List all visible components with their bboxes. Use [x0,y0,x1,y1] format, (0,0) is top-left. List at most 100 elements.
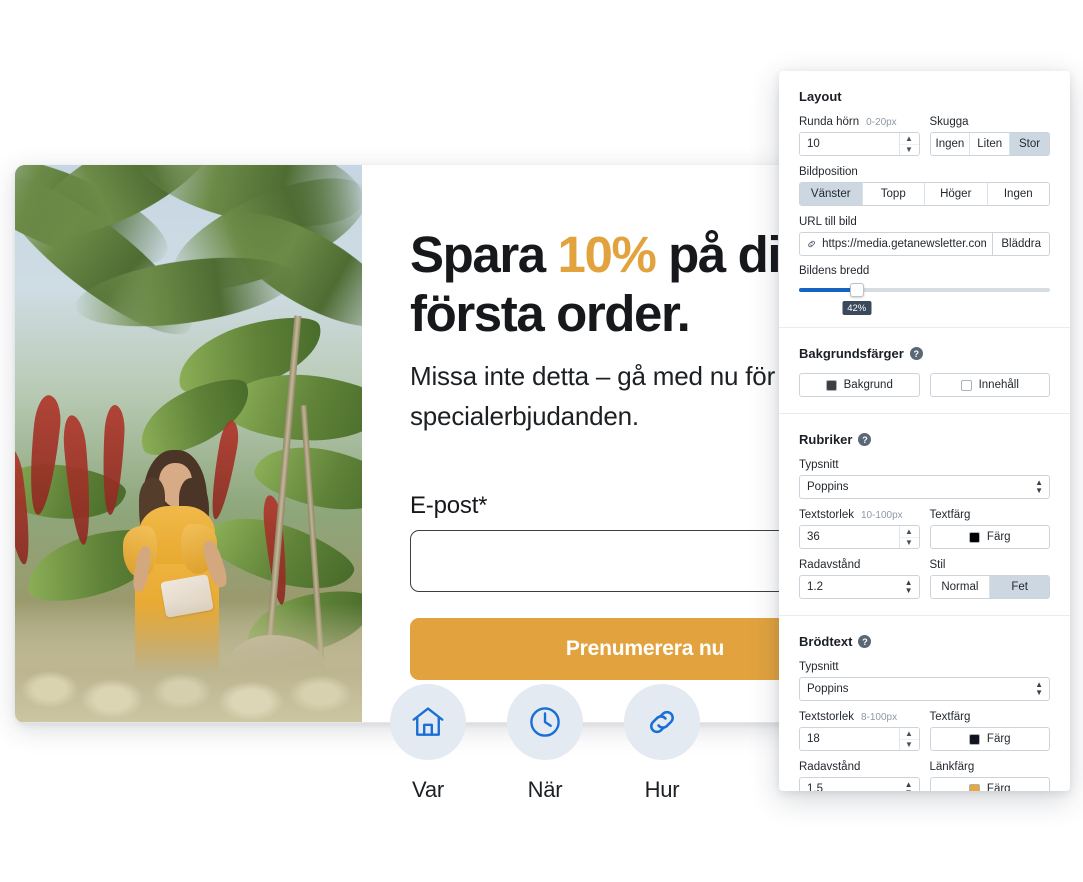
email-input[interactable] [410,530,795,593]
feature-item-hur[interactable]: Hur [624,684,700,803]
body-size-stepper[interactable]: ▲ ▼ [799,727,920,751]
body-font-select[interactable]: Poppins [799,677,1050,701]
section-title-background-colors-text: Bakgrundsfärger [799,346,904,361]
spin-up-icon[interactable]: ▲ [899,728,919,740]
heading-line-2: första order. [410,285,691,343]
image-width-slider[interactable]: 42% [799,281,1050,315]
label-headings-size: Textstorlek 10-100px [799,509,920,521]
spin-up-icon[interactable]: ▲ [899,526,919,538]
clock-icon[interactable] [507,684,583,760]
image-position-segmented-control[interactable]: Vänster Topp Höger Ingen [799,182,1050,206]
section-headings: Rubriker ? Typsnitt Poppins ▲ ▼ Textstorl [779,414,1070,616]
newsletter-content: Spara 10% på din första order. Missa inte… [15,165,795,723]
headings-size-stepper[interactable]: ▲ ▼ [799,525,920,549]
label-rounded-corners-text: Runda hörn [799,116,860,128]
label-image-position: Bildposition [799,166,1050,178]
section-title-layout: Layout [799,89,842,104]
body-size-spin[interactable]: ▲ ▼ [898,728,919,751]
body-textcolor-button[interactable]: Färg [929,727,1050,751]
headings-font-select[interactable]: Poppins [799,475,1050,499]
color-swatch-background [825,379,837,391]
section-body-text: Brödtext ? Typsnitt Poppins ▲ ▼ Textstorl [779,616,1070,791]
background-color-button[interactable]: Bakgrund [799,373,920,397]
field-body-linkcolor: Länkfärg Färg [929,761,1050,791]
home-icon[interactable] [390,684,466,760]
headings-style-option-normal[interactable]: Normal [930,576,991,598]
heading-text-2: på din [655,226,795,283]
background-color-button-label: Bakgrund [843,379,893,391]
spin-up-icon[interactable]: ▲ [899,133,919,145]
body-size-input[interactable] [800,728,899,750]
label-headings-font-text: Typsnitt [799,459,839,471]
field-image-width: Bildens bredd 42% [799,265,1050,315]
screen: Spara 10% på din första order. Missa inte… [0,0,1083,882]
headings-font-select-wrap: Poppins ▲ ▼ [799,475,1050,499]
label-headings-textcolor-text: Textfärg [929,509,971,521]
image-url-input[interactable]: https://media.getanewsletter.com/1 [799,232,994,256]
subscribe-button[interactable]: Prenumerera nu [410,618,795,681]
headings-style-option-fet[interactable]: Fet [990,576,1049,598]
feature-item-var[interactable]: Var [390,684,466,803]
spin-down-icon[interactable]: ▼ [900,538,919,549]
slider-handle[interactable] [849,283,864,297]
label-headings-lineheight-text: Radavstånd [799,559,861,571]
field-body-lineheight: Radavstånd 1.5 ▲▼ [799,761,920,791]
headings-lineheight-select[interactable]: 1.2 [799,575,920,599]
shadow-option-liten[interactable]: Liten [970,133,1011,155]
spin-down-icon[interactable]: ▼ [900,145,919,156]
newsletter-heading: Spara 10% på din första order. [410,225,795,343]
body-lineheight-select[interactable]: 1.5 [799,777,920,791]
image-position-option-ingen[interactable]: Ingen [987,183,1049,205]
spin-down-icon[interactable]: ▼ [900,740,919,751]
feature-icon-row: Var När Hur [390,684,700,803]
content-color-button[interactable]: Innehåll [929,373,1050,397]
rounded-corners-spin[interactable]: ▲ ▼ [898,133,919,156]
image-position-option-hoger[interactable]: Höger [925,183,988,205]
hint-headings-size: 10-100px [860,510,903,521]
headings-size-spin[interactable]: ▲ ▼ [898,526,919,549]
label-shadow: Skugga [930,116,1051,128]
background-color-buttons: Bakgrund Innehåll [799,373,1050,397]
email-field-label: E-post* [410,492,488,520]
shadow-option-ingen[interactable]: Ingen [930,133,971,155]
image-url-row: https://media.getanewsletter.com/1 Blädd… [799,232,1050,256]
headings-size-input[interactable] [800,526,899,548]
slider-value-tooltip: 42% [842,301,872,315]
headings-textcolor-button[interactable]: Färg [929,525,1050,549]
image-url-value: https://media.getanewsletter.com/1 [822,238,987,250]
help-icon-body-text[interactable]: ? [858,635,872,648]
slider-fill [799,288,857,292]
body-lineheight-select-wrap: 1.5 ▲▼ [799,777,920,791]
rounded-corners-input[interactable] [800,133,899,155]
browse-button[interactable]: Bläddra [993,232,1050,256]
field-headings-style: Stil Normal Fet [929,559,1050,599]
label-body-size-text: Textstorlek [799,711,854,723]
rounded-corners-stepper[interactable]: ▲ ▼ [799,132,920,156]
label-image-url-text: URL till bild [799,216,857,228]
shadow-segmented-control[interactable]: Ingen Liten Stor [929,132,1050,156]
link-chain-icon [808,240,815,248]
feature-label-hur: Hur [644,777,680,802]
label-body-size: Textstorlek 8-100px [799,711,920,723]
label-body-textcolor-text: Textfärg [929,711,971,723]
image-position-option-topp[interactable]: Topp [862,183,925,205]
section-title-headings-text: Rubriker [799,432,853,447]
label-headings-lineheight: Radavstånd [799,559,920,571]
field-image-url: URL till bild https://media.getanewslett… [799,216,1050,256]
field-rounded-corners: Runda hörn 0-20px ▲ ▼ [799,116,920,156]
link-icon[interactable] [624,684,700,760]
section-background-colors: Bakgrundsfärger ? Bakgrund Innehåll [779,328,1070,414]
shadow-option-stor[interactable]: Stor [1010,133,1049,155]
color-swatch-content [960,379,972,391]
help-icon-background-colors[interactable]: ? [909,347,923,360]
headings-style-segmented-control[interactable]: Normal Fet [929,575,1050,599]
color-swatch-body-text [968,733,980,745]
label-image-width-text: Bildens bredd [799,265,870,277]
label-body-linkcolor-text: Länkfärg [929,761,975,773]
label-headings-textcolor: Textfärg [930,509,1051,521]
feature-item-nar[interactable]: När [507,684,583,803]
body-linkcolor-button[interactable]: Färg [929,777,1050,791]
help-icon-headings[interactable]: ? [858,433,872,446]
label-body-textcolor: Textfärg [930,711,1051,723]
image-position-option-vanster[interactable]: Vänster [800,183,863,205]
